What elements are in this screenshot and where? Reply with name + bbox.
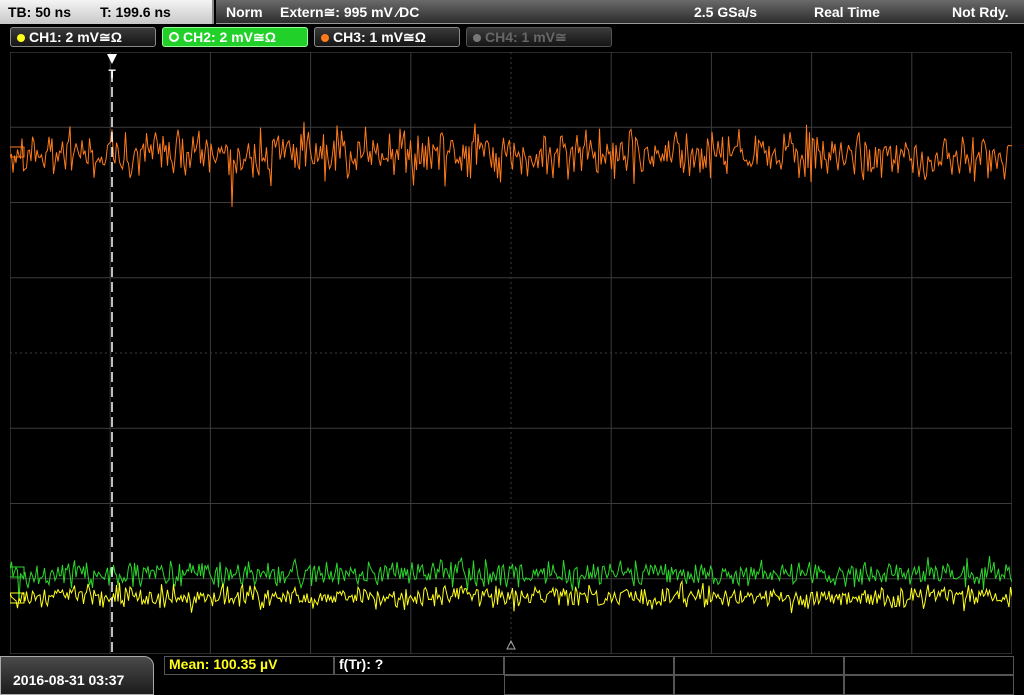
channel-4-button[interactable]: CH4: 1 mV≅ xyxy=(466,27,612,47)
acquisition-info[interactable]: Norm Extern≅: 995 mV ∕DC 2.5 GSa/s Real … xyxy=(216,0,1024,24)
timebase-panel[interactable]: TB: 50 ns T: 199.6 ns xyxy=(0,0,214,24)
measurement-cell-8[interactable] xyxy=(844,675,1014,695)
frequency-measurement: f(Tr): ? xyxy=(339,656,384,672)
ready-status: Not Rdy. xyxy=(952,4,1009,20)
channel-1-label: CH1: 2 mV≅Ω xyxy=(29,29,122,45)
channel-2-label: CH2: 2 mV≅Ω xyxy=(183,29,276,45)
measurement-cell-6[interactable] xyxy=(504,675,674,695)
datetime-value: 2016-08-31 03:37 xyxy=(13,672,125,688)
channel-2-color-dot xyxy=(169,32,179,42)
waveform-canvas[interactable]: T xyxy=(9,51,1013,655)
measurement-cell-7[interactable] xyxy=(674,675,844,695)
channel-3-button[interactable]: CH3: 1 mV≅Ω xyxy=(314,27,460,47)
channel-3-color-dot xyxy=(321,34,329,42)
measurement-cell-3[interactable] xyxy=(504,656,674,675)
sample-rate: 2.5 GSa/s xyxy=(694,4,758,20)
measurement-cell-4[interactable] xyxy=(674,656,844,675)
trigger-time-value: T: 199.6 ns xyxy=(100,4,171,20)
datetime-panel[interactable]: 2016-08-31 03:37 xyxy=(0,656,154,695)
measurement-cell-2[interactable]: f(Tr): ? xyxy=(334,656,504,675)
channel-4-label: CH4: 1 mV≅ xyxy=(485,29,567,45)
channel-2-button[interactable]: CH2: 2 mV≅Ω xyxy=(162,27,308,47)
acquisition-mode: Real Time xyxy=(814,4,880,20)
timebase-value: TB: 50 ns xyxy=(8,4,72,20)
measurement-panel[interactable]: Mean: 100.35 µV f(Tr): ? xyxy=(164,656,1024,695)
status-bar: TB: 50 ns T: 199.6 ns Norm Extern≅: 995 … xyxy=(0,0,1024,24)
channel-3-label: CH3: 1 mV≅Ω xyxy=(333,29,426,45)
waveform-display[interactable]: T xyxy=(9,51,1013,655)
mean-measurement: Mean: 100.35 µV xyxy=(169,656,278,672)
measurement-cell-1[interactable]: Mean: 100.35 µV xyxy=(164,656,334,675)
trigger-source: Extern≅: 995 mV ∕DC xyxy=(280,4,420,20)
channel-1-color-dot xyxy=(17,34,25,42)
channel-1-button[interactable]: CH1: 2 mV≅Ω xyxy=(10,27,156,47)
channel-bar: CH1: 2 mV≅Ω CH2: 2 mV≅Ω CH3: 1 mV≅Ω CH4:… xyxy=(0,24,1024,50)
footer-bar: 2016-08-31 03:37 Mean: 100.35 µV f(Tr): … xyxy=(0,656,1024,695)
channel-4-color-dot xyxy=(473,34,481,42)
trigger-mode: Norm xyxy=(226,4,263,20)
trigger-label: T xyxy=(108,67,116,81)
measurement-cell-5[interactable] xyxy=(844,656,1014,675)
